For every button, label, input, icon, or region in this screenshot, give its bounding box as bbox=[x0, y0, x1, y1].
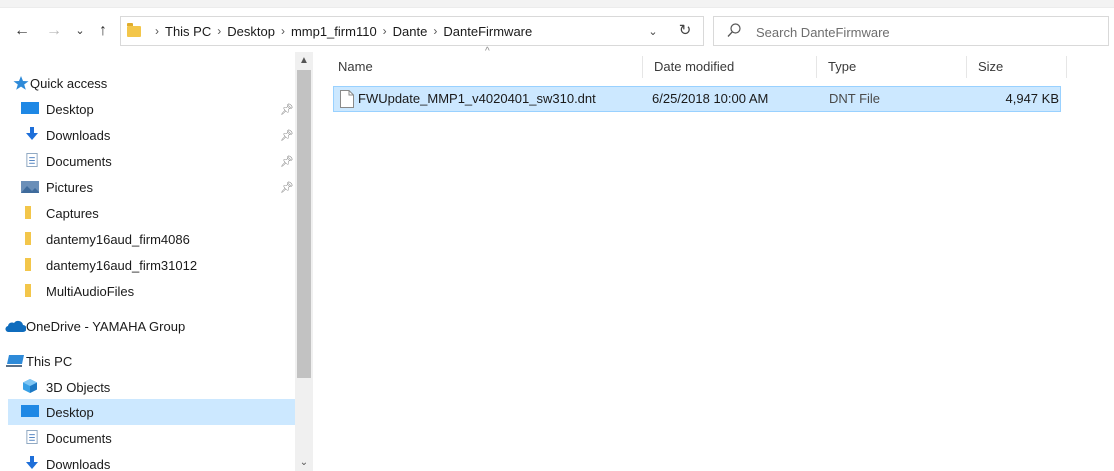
nav-item-pictures[interactable]: Pictures 📌︎ bbox=[8, 174, 295, 200]
nav-item-dantemy16aud-firm31012[interactable]: dantemy16aud_firm31012 bbox=[8, 252, 295, 278]
file-row[interactable]: FWUpdate_MMP1_v4020401_sw310.dnt 6/25/20… bbox=[333, 86, 1061, 112]
star-icon bbox=[13, 76, 29, 90]
desktop-icon bbox=[21, 405, 39, 417]
chevron-right-icon[interactable]: › bbox=[433, 24, 437, 38]
breadcrumb-item[interactable]: Dante bbox=[393, 24, 428, 39]
pin-icon[interactable]: 📌︎ bbox=[280, 155, 294, 168]
nav-this-pc[interactable]: This PC bbox=[6, 348, 295, 374]
chevron-right-icon[interactable]: › bbox=[155, 24, 159, 38]
scroll-thumb[interactable] bbox=[297, 70, 311, 378]
navigation-pane: Quick access Desktop 📌︎ Downloads 📌︎ Doc… bbox=[0, 52, 313, 471]
folder-icon bbox=[25, 232, 31, 245]
folder-icon bbox=[25, 258, 31, 271]
nav-item-label: OneDrive - YAMAHA Group bbox=[26, 318, 186, 334]
up-button[interactable]: ↑ bbox=[93, 20, 113, 42]
pin-icon[interactable]: 📌︎ bbox=[280, 181, 294, 194]
forward-button[interactable]: → bbox=[44, 20, 64, 42]
nav-item-label: dantemy16aud_firm4086 bbox=[46, 231, 190, 247]
chevron-right-icon[interactable]: › bbox=[383, 24, 387, 38]
column-divider[interactable] bbox=[966, 56, 967, 78]
file-size: 4,947 KB bbox=[1005, 91, 1060, 106]
nav-item-3d-objects[interactable]: 3D Objects bbox=[8, 374, 295, 400]
downloads-icon bbox=[26, 456, 38, 469]
address-row: ← → ⌄ ↑ › This PC › Desktop › mmp1_firm1… bbox=[0, 16, 1114, 48]
nav-item-label: Quick access bbox=[30, 75, 108, 91]
nav-item-label: dantemy16aud_firm31012 bbox=[46, 257, 198, 273]
nav-scrollbar[interactable]: ▲ ⌄ bbox=[295, 52, 313, 471]
nav-item-label: Downloads bbox=[46, 456, 111, 471]
documents-icon bbox=[26, 153, 38, 167]
folder-icon bbox=[25, 206, 31, 219]
nav-item-downloads[interactable]: Downloads 📌︎ bbox=[8, 122, 295, 148]
nav-item-label: Downloads bbox=[46, 127, 111, 143]
column-header-date-modified[interactable]: Date modified bbox=[646, 52, 816, 82]
breadcrumb-item[interactable]: mmp1_firm110 bbox=[291, 24, 377, 39]
nav-item-captures[interactable]: Captures bbox=[8, 200, 295, 226]
back-button[interactable]: ← bbox=[12, 20, 32, 42]
column-header-name[interactable]: Name bbox=[330, 52, 642, 82]
scroll-down-button[interactable]: ⌄ bbox=[295, 455, 313, 471]
nav-item-label: Documents bbox=[46, 153, 112, 169]
downloads-icon bbox=[26, 127, 38, 140]
nav-item-label: Desktop bbox=[46, 404, 94, 420]
recent-locations-button[interactable]: ⌄ bbox=[70, 20, 90, 42]
pictures-icon bbox=[21, 181, 39, 193]
nav-item-label: Desktop bbox=[46, 101, 94, 117]
column-divider[interactable] bbox=[816, 56, 817, 78]
address-dropdown-button[interactable]: ⌄ bbox=[641, 22, 665, 42]
nav-item-label: Pictures bbox=[46, 179, 93, 195]
column-header-size[interactable]: Size bbox=[970, 52, 1066, 82]
breadcrumb-item[interactable]: Desktop bbox=[227, 24, 275, 39]
search-box[interactable] bbox=[713, 16, 1109, 46]
breadcrumb-item[interactable]: DanteFirmware bbox=[443, 24, 532, 39]
column-divider[interactable] bbox=[642, 56, 643, 78]
3d-objects-icon bbox=[23, 379, 37, 393]
nav-item-dantemy16aud-firm4086[interactable]: dantemy16aud_firm4086 bbox=[8, 226, 295, 252]
nav-quick-access[interactable]: Quick access bbox=[8, 70, 295, 96]
folder-icon bbox=[127, 22, 141, 37]
window-top-strip bbox=[0, 0, 1114, 8]
nav-item-desktop-pc[interactable]: Desktop bbox=[8, 399, 295, 425]
chevron-right-icon[interactable]: › bbox=[217, 24, 221, 38]
refresh-button[interactable]: ↻ bbox=[674, 20, 696, 42]
nav-item-label: 3D Objects bbox=[46, 379, 111, 395]
column-header-type[interactable]: Type bbox=[820, 52, 966, 82]
file-name: FWUpdate_MMP1_v4020401_sw310.dnt bbox=[358, 91, 596, 106]
nav-item-label: Documents bbox=[46, 430, 112, 446]
file-type: DNT File bbox=[829, 91, 881, 106]
onedrive-icon bbox=[5, 320, 26, 333]
nav-item-downloads-pc[interactable]: Downloads bbox=[8, 451, 295, 471]
file-list-header: ^ Name Date modified Type Size bbox=[330, 46, 1067, 82]
breadcrumb: › This PC › Desktop › mmp1_firm110 › Dan… bbox=[127, 17, 532, 45]
nav-item-desktop[interactable]: Desktop 📌︎ bbox=[8, 96, 295, 122]
scroll-up-button[interactable]: ▲ bbox=[295, 52, 313, 70]
chevron-right-icon[interactable]: › bbox=[281, 24, 285, 38]
nav-onedrive[interactable]: OneDrive - YAMAHA Group bbox=[5, 313, 295, 339]
search-icon bbox=[727, 23, 741, 37]
nav-item-label: This PC bbox=[26, 353, 73, 369]
nav-item-documents-pc[interactable]: Documents bbox=[8, 425, 295, 451]
file-icon bbox=[340, 90, 354, 108]
folder-icon bbox=[25, 284, 31, 297]
pin-icon[interactable]: 📌︎ bbox=[280, 129, 294, 142]
nav-item-documents[interactable]: Documents 📌︎ bbox=[8, 148, 295, 174]
search-input[interactable] bbox=[756, 23, 1096, 41]
pin-icon[interactable]: 📌︎ bbox=[280, 103, 294, 116]
file-date-modified: 6/25/2018 10:00 AM bbox=[652, 91, 769, 106]
address-bar[interactable]: › This PC › Desktop › mmp1_firm110 › Dan… bbox=[120, 16, 704, 46]
this-pc-icon bbox=[6, 355, 24, 367]
nav-item-multiaudiofiles[interactable]: MultiAudioFiles bbox=[8, 278, 295, 304]
breadcrumb-item[interactable]: This PC bbox=[165, 24, 211, 39]
nav-item-label: MultiAudioFiles bbox=[46, 283, 135, 299]
nav-item-label: Captures bbox=[46, 205, 99, 221]
column-divider[interactable] bbox=[1066, 56, 1067, 78]
documents-icon bbox=[26, 430, 38, 444]
desktop-icon bbox=[21, 102, 39, 114]
